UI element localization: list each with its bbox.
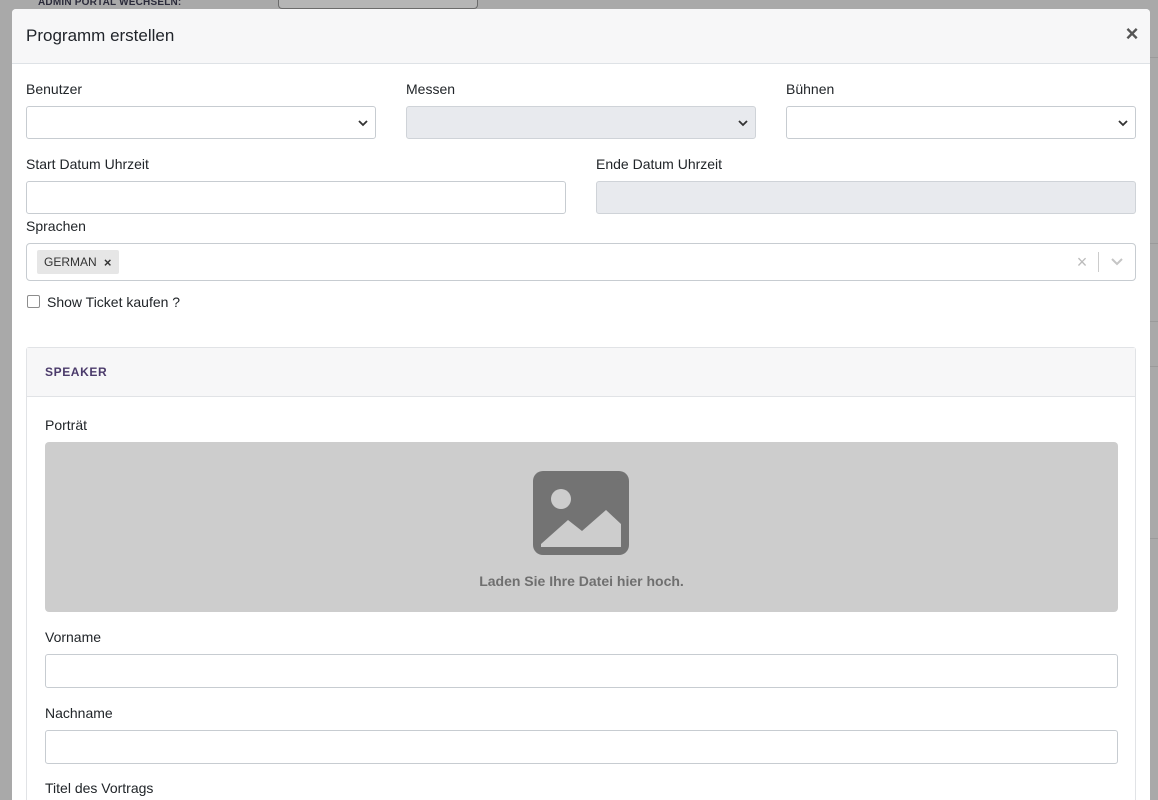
show-ticket-checkbox[interactable] bbox=[27, 295, 40, 308]
chevron-down-icon bbox=[738, 120, 748, 127]
vorname-input[interactable] bbox=[45, 654, 1118, 688]
admin-portal-select bbox=[278, 0, 478, 9]
admin-portal-label: ADMIN PORTAL WECHSELN: bbox=[38, 0, 182, 8]
speaker-card-title: SPEAKER bbox=[45, 365, 108, 379]
background-divider bbox=[1150, 538, 1158, 539]
tag-remove-icon[interactable]: × bbox=[97, 250, 119, 274]
sprachen-multiselect[interactable]: GERMAN × × bbox=[26, 243, 1136, 281]
buehnen-select[interactable] bbox=[786, 106, 1136, 139]
benutzer-select[interactable] bbox=[26, 106, 376, 139]
speaker-card-header: SPEAKER bbox=[27, 348, 1135, 397]
buehnen-label: Bühnen bbox=[786, 81, 835, 97]
chevron-down-icon bbox=[358, 120, 368, 127]
background-divider bbox=[1150, 321, 1158, 322]
nachname-input[interactable] bbox=[45, 730, 1118, 764]
background-divider bbox=[1150, 243, 1158, 244]
vorname-label: Vorname bbox=[45, 629, 102, 645]
start-datetime-input[interactable] bbox=[26, 181, 566, 214]
messen-select[interactable] bbox=[406, 106, 756, 139]
portrait-label: Porträt bbox=[45, 417, 88, 433]
chevron-down-icon[interactable] bbox=[1109, 255, 1125, 269]
start-datetime-label: Start Datum Uhrzeit bbox=[26, 156, 149, 172]
modal-title: Programm erstellen bbox=[26, 26, 175, 45]
create-program-modal: Programm erstellen × Benutzer Messen Büh… bbox=[12, 9, 1150, 800]
nachname-label: Nachname bbox=[45, 705, 113, 721]
language-tag: GERMAN × bbox=[37, 250, 119, 274]
benutzer-label: Benutzer bbox=[26, 81, 83, 97]
close-icon[interactable]: × bbox=[1122, 23, 1142, 45]
end-datetime-input[interactable] bbox=[596, 181, 1136, 214]
show-ticket-label: Show Ticket kaufen ? bbox=[47, 294, 181, 310]
background-divider bbox=[1150, 366, 1158, 367]
talk-title-label: Titel des Vortrags bbox=[45, 780, 154, 796]
image-placeholder-icon bbox=[533, 471, 629, 555]
language-tag-label: GERMAN bbox=[44, 255, 97, 269]
end-datetime-label: Ende Datum Uhrzeit bbox=[596, 156, 723, 172]
clear-icon[interactable]: × bbox=[1073, 253, 1091, 271]
indicator-separator bbox=[1098, 252, 1099, 272]
background-divider bbox=[1150, 57, 1158, 58]
portrait-dropzone[interactable]: Laden Sie Ihre Datei hier hoch. bbox=[45, 442, 1118, 612]
chevron-down-icon bbox=[1118, 120, 1128, 127]
messen-label: Messen bbox=[406, 81, 456, 97]
sprachen-label: Sprachen bbox=[26, 218, 86, 234]
upload-hint: Laden Sie Ihre Datei hier hoch. bbox=[479, 573, 684, 589]
speaker-card: SPEAKER Porträt Laden Sie Ihre Datei hie… bbox=[26, 347, 1136, 800]
modal-header: Programm erstellen × bbox=[12, 9, 1150, 64]
